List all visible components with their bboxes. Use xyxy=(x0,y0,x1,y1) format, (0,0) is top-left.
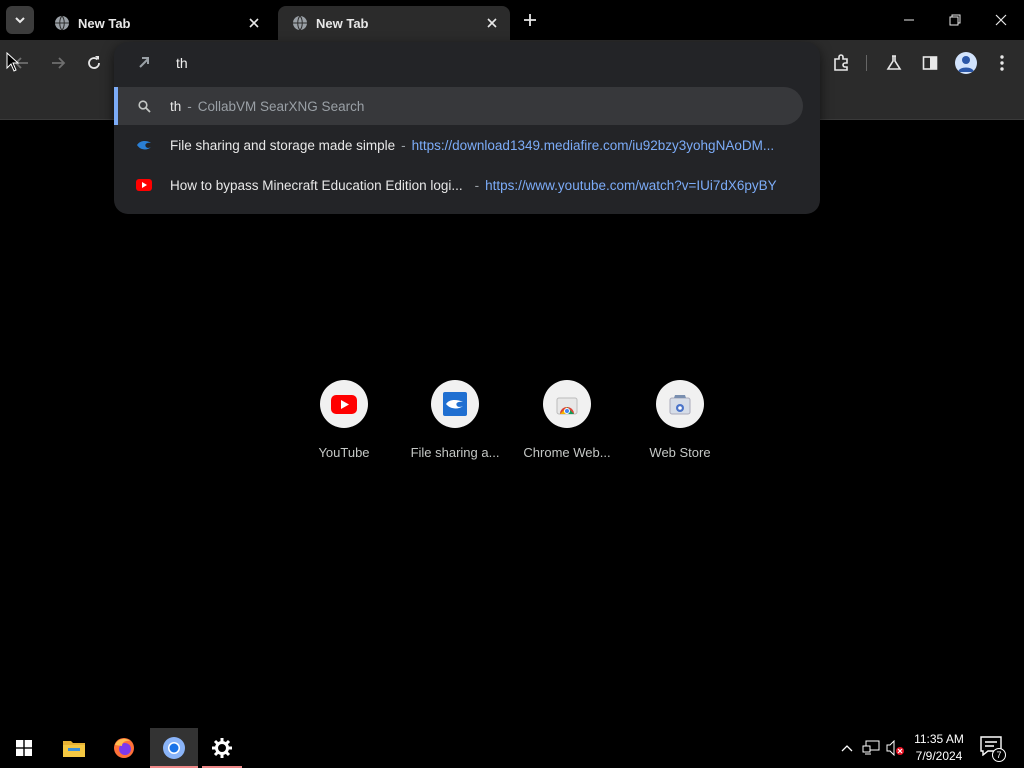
more-vertical-icon xyxy=(1000,55,1004,71)
puzzle-icon xyxy=(834,54,848,71)
minimize-icon xyxy=(904,19,914,21)
side-panel-button[interactable] xyxy=(918,51,942,75)
extensions-button[interactable] xyxy=(829,51,853,75)
address-bar[interactable]: th xyxy=(114,42,820,84)
profile-avatar[interactable] xyxy=(955,52,977,74)
volume-muted-icon xyxy=(886,740,904,756)
settings-button[interactable] xyxy=(198,728,246,768)
mediafire-icon xyxy=(431,380,479,428)
suggestion-history-youtube[interactable]: How to bypass Minecraft Education Editio… xyxy=(114,166,820,204)
suggestion-history-mediafire[interactable]: File sharing and storage made simple - h… xyxy=(114,126,820,164)
globe-icon xyxy=(55,15,69,31)
chrome-icon xyxy=(163,737,185,759)
shortcut-label: Web Store xyxy=(649,445,711,460)
firefox-icon xyxy=(114,738,134,758)
shortcut-label: File sharing a... xyxy=(410,445,500,460)
suggestion-text: How to bypass Minecraft Education Editio… xyxy=(170,177,463,193)
tab-1[interactable]: New Tab xyxy=(40,6,272,40)
close-tab-icon[interactable] xyxy=(484,15,500,31)
forward-button[interactable] xyxy=(46,51,70,75)
suggestion-url: https://www.youtube.com/watch?v=IUi7dX6p… xyxy=(485,177,777,193)
notification-count-badge: 7 xyxy=(992,748,1006,762)
clock-time: 11:35 AM xyxy=(914,732,964,746)
suggestion-search[interactable]: th - CollabVM SearXNG Search xyxy=(114,87,803,125)
file-explorer-button[interactable] xyxy=(50,728,98,768)
volume-tray-button[interactable] xyxy=(884,740,906,756)
globe-icon xyxy=(293,15,307,31)
suggestion-text: th xyxy=(170,98,182,114)
forward-arrow-icon xyxy=(52,57,66,69)
omnibox-dropdown: th th - CollabVM SearXNG Search File sha… xyxy=(114,42,820,214)
shortcut-label: YouTube xyxy=(318,445,370,460)
youtube-icon xyxy=(320,380,368,428)
firefox-button[interactable] xyxy=(100,728,148,768)
taskbar: 11:35 AM 7/9/2024 7 xyxy=(0,728,1024,768)
shortcut-file-sharing[interactable]: File sharing a... xyxy=(399,380,511,460)
chrome-button[interactable] xyxy=(150,728,198,768)
shortcut-youtube[interactable]: YouTube xyxy=(288,380,400,460)
minimize-button[interactable] xyxy=(886,6,932,34)
reload-icon xyxy=(88,56,100,69)
settings-gear-icon xyxy=(212,738,232,758)
address-bar-value[interactable]: th xyxy=(176,55,188,71)
action-center-button[interactable]: 7 xyxy=(980,736,1006,762)
shortcut-web-store[interactable]: Web Store xyxy=(624,380,736,460)
menu-button[interactable] xyxy=(990,51,1014,75)
chrome-web-store-icon xyxy=(543,380,591,428)
shortcut-label: Chrome Web... xyxy=(523,445,611,460)
tab-search-button[interactable] xyxy=(6,6,34,34)
mouse-cursor-icon xyxy=(6,52,20,72)
searxng-icon xyxy=(139,57,149,68)
close-icon xyxy=(995,14,1007,26)
close-tab-icon[interactable] xyxy=(246,15,262,31)
close-window-button[interactable] xyxy=(978,6,1024,34)
tab-2-active[interactable]: New Tab xyxy=(278,6,510,40)
labs-button[interactable] xyxy=(882,51,906,75)
file-explorer-icon xyxy=(63,741,85,757)
flask-icon xyxy=(886,55,902,70)
suggestion-dash: - xyxy=(401,137,406,153)
toolbar-separator xyxy=(866,55,867,71)
tab-title: New Tab xyxy=(316,15,369,31)
new-tab-button[interactable] xyxy=(518,10,542,30)
suggestion-dash: - xyxy=(187,98,192,114)
shortcut-chrome-web[interactable]: Chrome Web... xyxy=(511,380,623,460)
chevron-up-icon xyxy=(841,745,853,752)
suggestion-engine: CollabVM SearXNG Search xyxy=(197,98,365,114)
search-icon xyxy=(136,98,152,114)
restore-button[interactable] xyxy=(932,6,978,34)
show-hidden-icons-button[interactable] xyxy=(838,740,856,756)
person-icon xyxy=(958,56,974,72)
network-tray-button[interactable] xyxy=(861,740,881,756)
mediafire-icon xyxy=(136,137,152,153)
clock-date: 7/9/2024 xyxy=(915,749,963,763)
reload-button[interactable] xyxy=(82,51,106,75)
suggestion-text: File sharing and storage made simple xyxy=(170,137,396,153)
start-button[interactable] xyxy=(0,728,48,768)
chevron-down-icon xyxy=(15,17,25,24)
system-clock[interactable]: 11:35 AM 7/9/2024 xyxy=(904,731,974,765)
suggestion-dash: - xyxy=(474,177,480,193)
web-store-icon xyxy=(656,380,704,428)
tab-title: New Tab xyxy=(78,15,131,31)
network-icon xyxy=(862,740,880,755)
restore-icon xyxy=(949,14,961,26)
tab-strip: New Tab New Tab xyxy=(0,0,1024,40)
plus-icon xyxy=(524,14,536,26)
side-panel-icon xyxy=(922,56,938,70)
suggestion-url: https://download1349.mediafire.com/iu92b… xyxy=(411,137,775,153)
youtube-icon xyxy=(136,177,152,193)
windows-start-icon xyxy=(16,740,32,756)
